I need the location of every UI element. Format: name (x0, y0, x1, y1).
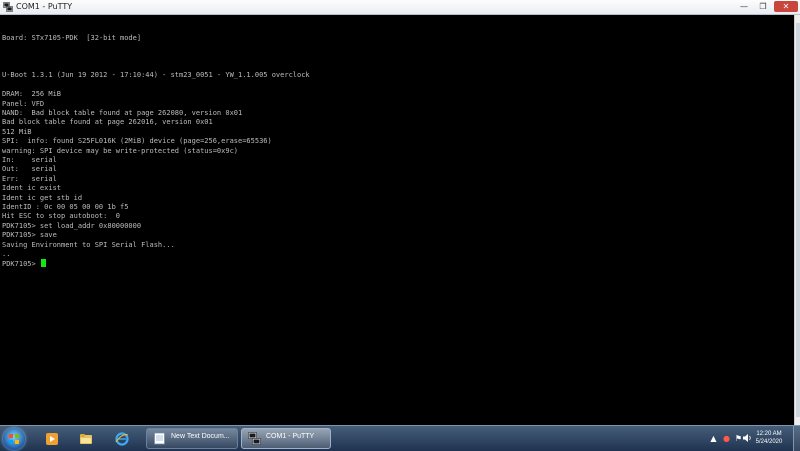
putty-app-icon[interactable] (3, 2, 13, 12)
clock-date: 5/24/2020 (755, 439, 783, 445)
taskbar-item-label: New Text Docum... (171, 433, 230, 440)
internet-explorer-icon (115, 432, 129, 446)
console-line: PDK7105> set load_addr 0x80000000 (2, 221, 142, 230)
quicklaunch-internet-explorer[interactable] (108, 429, 136, 449)
network-alert-icon[interactable]: ● (722, 434, 731, 443)
taskbar-item-putty[interactable]: COM1 - PuTTY (241, 428, 331, 449)
show-desktop-button[interactable] (793, 426, 800, 451)
console-line: DRAM: 256 MiB (2, 90, 62, 99)
console-line: Err: serial (2, 174, 57, 183)
putty-icon (248, 432, 261, 445)
clock-time: 12:20 AM (756, 431, 782, 437)
console-line: warning: SPI device may be write-protect… (2, 146, 239, 155)
console-line: Out: serial (2, 165, 57, 174)
console-line: PDK7105> (2, 259, 46, 269)
console-line: Board: STx7105-PDK [32-bit mode] (2, 33, 142, 42)
console-line: NAND: Bad block table found at page 2620… (2, 109, 243, 117)
quicklaunch-explorer[interactable] (72, 429, 100, 449)
console-line: In: serial (2, 156, 57, 164)
chevron-up-icon[interactable]: ▲ (709, 434, 718, 443)
console-line: PDK7105> save (2, 231, 57, 240)
notepad-icon (154, 432, 165, 445)
close-button[interactable]: ✕ (774, 1, 798, 12)
scrollbar-thumb[interactable] (796, 23, 800, 417)
console-line: Hit ESC to stop autoboot: 0 (2, 212, 121, 221)
maximize-button[interactable]: ❐ (755, 1, 771, 12)
taskbar-item-notepad[interactable]: New Text Docum... (146, 428, 238, 449)
console-line: Panel: VFD (2, 99, 45, 108)
console-line: IdentID : 0c 00 05 00 00 1b f5 (2, 203, 129, 211)
console-line: Ident ic get stb id (2, 193, 83, 202)
system-clock[interactable]: 12:20 AM 5/24/2020 (748, 430, 790, 446)
console-line: U-Boot 1.3.1 (Jun 19 2012 - 17:10:44) - … (2, 71, 310, 80)
media-player-icon (46, 433, 58, 445)
window-title: COM1 - PuTTY (16, 2, 73, 11)
taskbar-item-label: COM1 - PuTTY (266, 433, 315, 440)
taskbar: New Text Docum... COM1 - PuTTY ▲ ● ⚑ 12:… (0, 425, 800, 451)
console-line: Saving Environment to SPI Serial Flash..… (2, 240, 175, 249)
window-titlebar[interactable]: COM1 - PuTTY — ❐ ✕ (0, 0, 800, 15)
windows-logo-icon (9, 434, 19, 444)
console-line: 512 MiB (2, 127, 32, 136)
minimize-button[interactable]: — (736, 1, 752, 12)
console-line: SPI: info: found S25FL016K (2MiB) device… (2, 137, 272, 146)
terminal-cursor (40, 259, 46, 268)
explorer-icon (80, 434, 92, 444)
terminal-console[interactable]: Board: STx7105-PDK [32-bit mode] U-Boot 1… (0, 15, 794, 425)
start-button[interactable] (3, 428, 25, 450)
console-scrollbar[interactable] (794, 15, 800, 425)
console-line: .. (2, 250, 11, 258)
quicklaunch-media-player[interactable] (38, 429, 66, 449)
console-line: Ident ic exist (2, 184, 62, 193)
console-line: Bad block table found at page 262016, ve… (2, 118, 213, 127)
